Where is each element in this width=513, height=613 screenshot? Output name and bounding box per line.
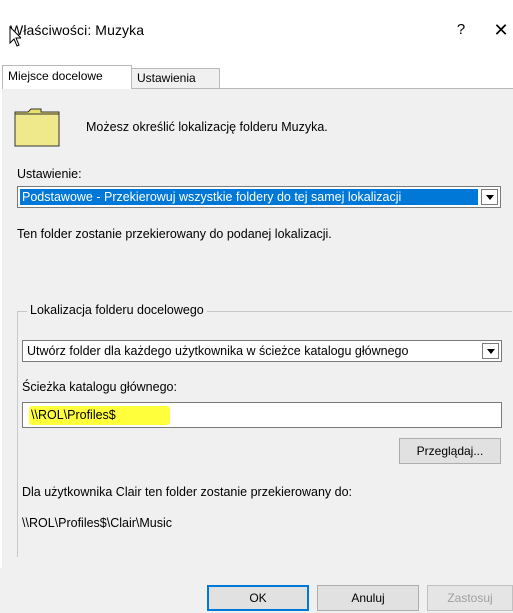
- tab-settings[interactable]: Ustawienia: [132, 68, 220, 89]
- mouse-cursor-icon: [9, 26, 21, 47]
- help-button[interactable]: ?: [451, 18, 471, 42]
- browse-button[interactable]: Przeglądaj...: [399, 438, 501, 464]
- tab-target-location[interactable]: Miejsce docelowe: [2, 65, 132, 89]
- target-option-dropdown[interactable]: Utwórz folder dla każdego użytkownika w …: [22, 340, 502, 362]
- ok-button[interactable]: OK: [207, 585, 309, 611]
- chevron-down-icon[interactable]: [481, 189, 498, 205]
- root-path-input[interactable]: \\ROL\Profiles$: [22, 402, 502, 428]
- root-path-label: Ścieżka katalogu głównego:: [22, 380, 177, 394]
- setting-description: Ten folder zostanie przekierowany do pod…: [17, 227, 332, 241]
- setting-label: Ustawienie:: [17, 167, 82, 181]
- root-path-value: \\ROL\Profiles$: [31, 408, 116, 422]
- close-button[interactable]: ✕: [490, 18, 512, 42]
- redirect-note: Dla użytkownika Clair ten folder zostani…: [22, 485, 353, 499]
- intro-text: Możesz określić lokalizację folderu Muzy…: [86, 120, 328, 134]
- chevron-down-icon[interactable]: [482, 343, 499, 359]
- target-location-group-label: Lokalizacja folderu docelowego: [27, 303, 207, 317]
- title-bar: Właściwości: Muzyka ? ✕: [0, 0, 513, 58]
- folder-icon: [14, 108, 60, 147]
- cancel-button[interactable]: Anuluj: [317, 585, 419, 611]
- properties-dialog: Właściwości: Muzyka ? ✕ Miejsce docelowe…: [0, 0, 513, 613]
- window-title: Właściwości: Muzyka: [10, 22, 145, 38]
- setting-dropdown-value: Podstawowe - Przekierowuj wszystkie fold…: [20, 189, 478, 205]
- setting-dropdown[interactable]: Podstawowe - Przekierowuj wszystkie fold…: [17, 186, 501, 208]
- redirect-path: \\ROL\Profiles$\Clair\Music: [22, 516, 173, 530]
- apply-button[interactable]: Zastosuj: [427, 585, 513, 611]
- target-option-dropdown-value: Utwórz folder dla każdego użytkownika w …: [27, 344, 409, 358]
